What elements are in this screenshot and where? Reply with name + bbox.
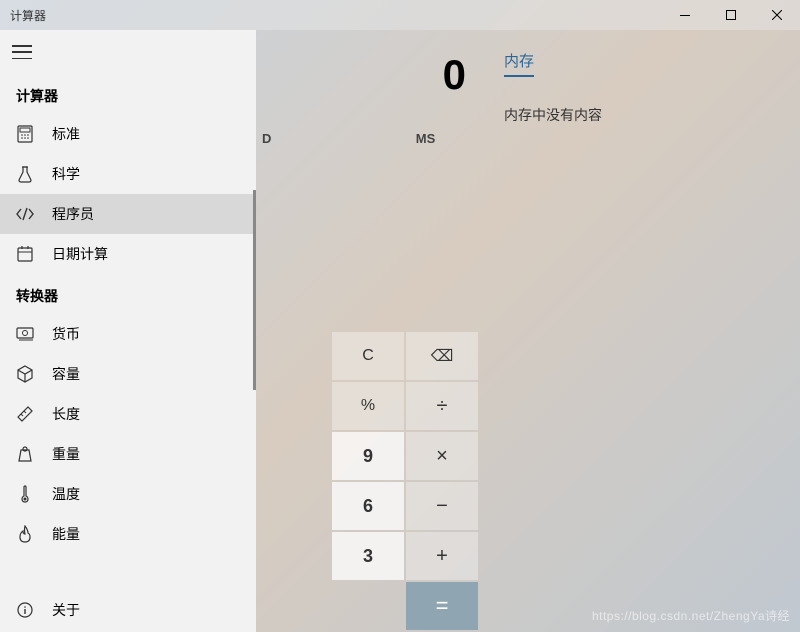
keypad: C ⌫ % ÷ 9 × 6 − 3 + = (256, 330, 480, 632)
nav-scroll: 计算器 标准 科学 程序员 (0, 74, 256, 588)
nav-label: 程序员 (52, 204, 94, 224)
nav-label: 货币 (52, 324, 80, 344)
key-backspace[interactable]: ⌫ (406, 332, 478, 380)
nav-item-date[interactable]: 日期计算 (0, 234, 256, 274)
nav-label: 标准 (52, 124, 80, 144)
flask-icon (16, 165, 34, 183)
memory-tab[interactable]: 内存 (504, 50, 534, 77)
key-six[interactable]: 6 (332, 482, 404, 530)
section-calculator-title: 计算器 (0, 74, 256, 114)
key-percent[interactable]: % (332, 382, 404, 430)
key-divide[interactable]: ÷ (406, 382, 478, 430)
nav-item-scientific[interactable]: 科学 (0, 154, 256, 194)
cube-icon (16, 365, 34, 383)
hamburger-menu-button[interactable] (12, 45, 32, 59)
nav-item-volume[interactable]: 容量 (0, 354, 256, 394)
nav-label: 日期计算 (52, 244, 108, 264)
info-icon (16, 601, 34, 619)
nav-label: 重量 (52, 444, 80, 464)
key-plus[interactable]: + (406, 532, 478, 580)
partial-button-d[interactable]: D (256, 131, 371, 146)
key-minus[interactable]: − (406, 482, 478, 530)
calculator-icon (16, 125, 34, 143)
nav-label: 能量 (52, 524, 80, 544)
content-area: 计算器 标准 科学 程序员 (0, 30, 800, 632)
nav-item-standard[interactable]: 标准 (0, 114, 256, 154)
nav-label: 关于 (52, 600, 80, 620)
weight-icon (16, 445, 34, 463)
nav-label: 温度 (52, 484, 80, 504)
nav-label: 容量 (52, 364, 80, 384)
key-multiply[interactable]: × (406, 432, 478, 480)
titlebar: 计算器 (0, 0, 800, 30)
memory-store-button[interactable]: MS (371, 131, 480, 146)
memory-empty-text: 内存中没有内容 (504, 105, 776, 125)
code-icon (16, 205, 34, 223)
thermometer-icon (16, 485, 34, 503)
navigation-sidebar: 计算器 标准 科学 程序员 (0, 30, 256, 632)
section-converter-title: 转换器 (0, 274, 256, 314)
key-equals[interactable]: = (406, 582, 478, 630)
key-nine[interactable]: 9 (332, 432, 404, 480)
sidebar-scrollbar[interactable] (253, 190, 256, 390)
nav-item-currency[interactable]: 货币 (0, 314, 256, 354)
nav-item-temperature[interactable]: 温度 (0, 474, 256, 514)
fire-icon (16, 525, 34, 543)
window-title: 计算器 (0, 7, 46, 24)
maximize-button[interactable] (708, 0, 754, 30)
key-clear[interactable]: C (332, 332, 404, 380)
calculator-area: 0 D MS C ⌫ % ÷ 9 × 6 − 3 + (256, 30, 480, 632)
window-controls (662, 0, 800, 30)
nav-item-weight[interactable]: 重量 (0, 434, 256, 474)
memory-panel: 内存 内存中没有内容 (480, 30, 800, 632)
currency-icon (16, 325, 34, 343)
nav-item-about[interactable]: 关于 (0, 588, 256, 632)
nav-item-programmer[interactable]: 程序员 (0, 194, 256, 234)
memory-buttons-row: D MS (256, 120, 480, 156)
nav-label: 科学 (52, 164, 80, 184)
key-three[interactable]: 3 (332, 532, 404, 580)
close-button[interactable] (754, 0, 800, 30)
minimize-button[interactable] (662, 0, 708, 30)
nav-label: 长度 (52, 404, 80, 424)
ruler-icon (16, 405, 34, 423)
watermark-text: https://blog.csdn.net/ZhengYa诗经 (592, 607, 790, 624)
nav-item-energy[interactable]: 能量 (0, 514, 256, 554)
display-value: 0 (256, 30, 480, 120)
nav-item-length[interactable]: 长度 (0, 394, 256, 434)
main-area: 0 D MS C ⌫ % ÷ 9 × 6 − 3 + (256, 30, 800, 632)
calendar-icon (16, 245, 34, 263)
